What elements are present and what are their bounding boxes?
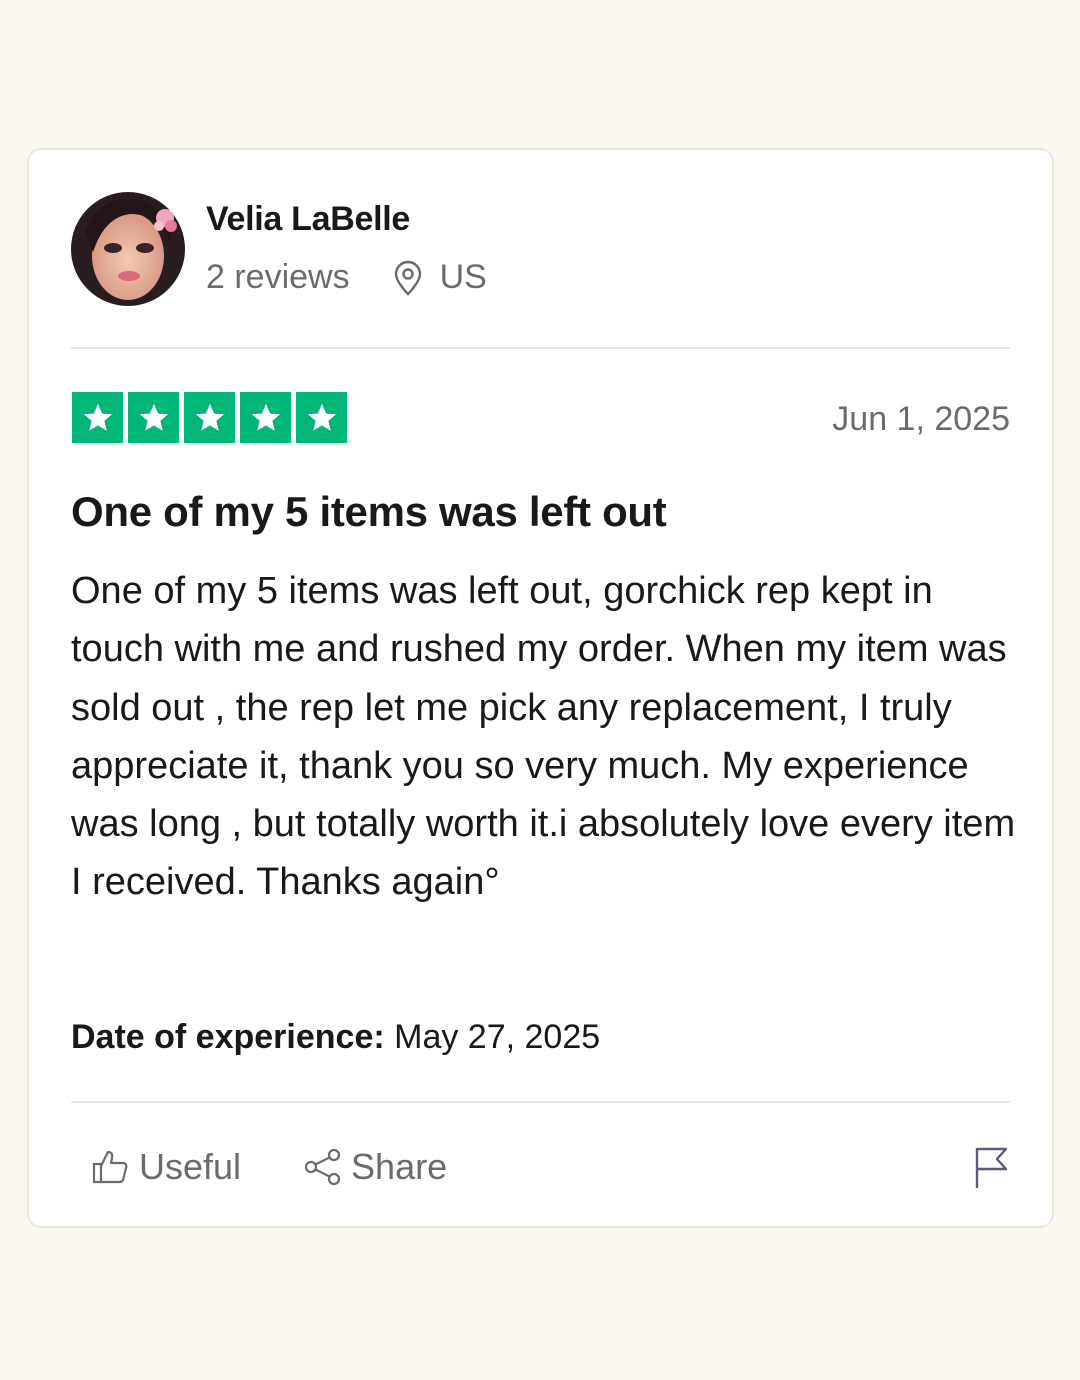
report-flag-button[interactable] — [972, 1144, 1010, 1195]
share-button[interactable]: Share — [303, 1146, 447, 1188]
experience-date: May 27, 2025 — [394, 1018, 601, 1056]
header-divider — [71, 347, 1010, 349]
star-icon — [139, 403, 168, 431]
review-title: One of my 5 items was left out — [71, 488, 667, 535]
reviewer-avatar[interactable] — [71, 192, 185, 306]
useful-button[interactable]: Useful — [91, 1146, 241, 1188]
star-4 — [240, 392, 291, 443]
location: US — [392, 258, 487, 297]
star-2 — [128, 392, 179, 443]
reviewer-header: Velia LaBelle 2 reviews US — [71, 192, 1010, 308]
flag-icon — [975, 1147, 1008, 1188]
star-icon — [307, 403, 336, 431]
star-1 — [72, 392, 123, 443]
review-date: Jun 1, 2025 — [832, 400, 1010, 438]
date-of-experience: Date of experience: May 27, 2025 — [71, 1018, 600, 1057]
location-text: US — [439, 258, 487, 296]
review-card: Velia LaBelle 2 reviews US Jun 1, 2025 O… — [27, 148, 1054, 1228]
reviewer-name[interactable]: Velia LaBelle — [206, 200, 410, 239]
star-icon — [251, 403, 280, 431]
footer-divider — [71, 1101, 1010, 1103]
thumbs-up-icon — [92, 1150, 128, 1184]
share-label: Share — [351, 1146, 448, 1187]
review-body: One of my 5 items was left out, gorchick… — [71, 570, 1016, 904]
reviewer-meta: 2 reviews US — [206, 258, 487, 297]
location-pin-icon — [394, 260, 421, 296]
star-rating — [72, 392, 352, 443]
star-5 — [296, 392, 347, 443]
experience-label: Date of experience: — [71, 1018, 385, 1056]
reviews-count: 2 reviews — [206, 258, 350, 296]
star-icon — [83, 403, 112, 431]
star-3 — [184, 392, 235, 443]
useful-label: Useful — [139, 1146, 242, 1187]
review-actions: Useful Share — [91, 1146, 447, 1188]
star-icon — [195, 403, 224, 431]
share-icon — [304, 1148, 341, 1186]
